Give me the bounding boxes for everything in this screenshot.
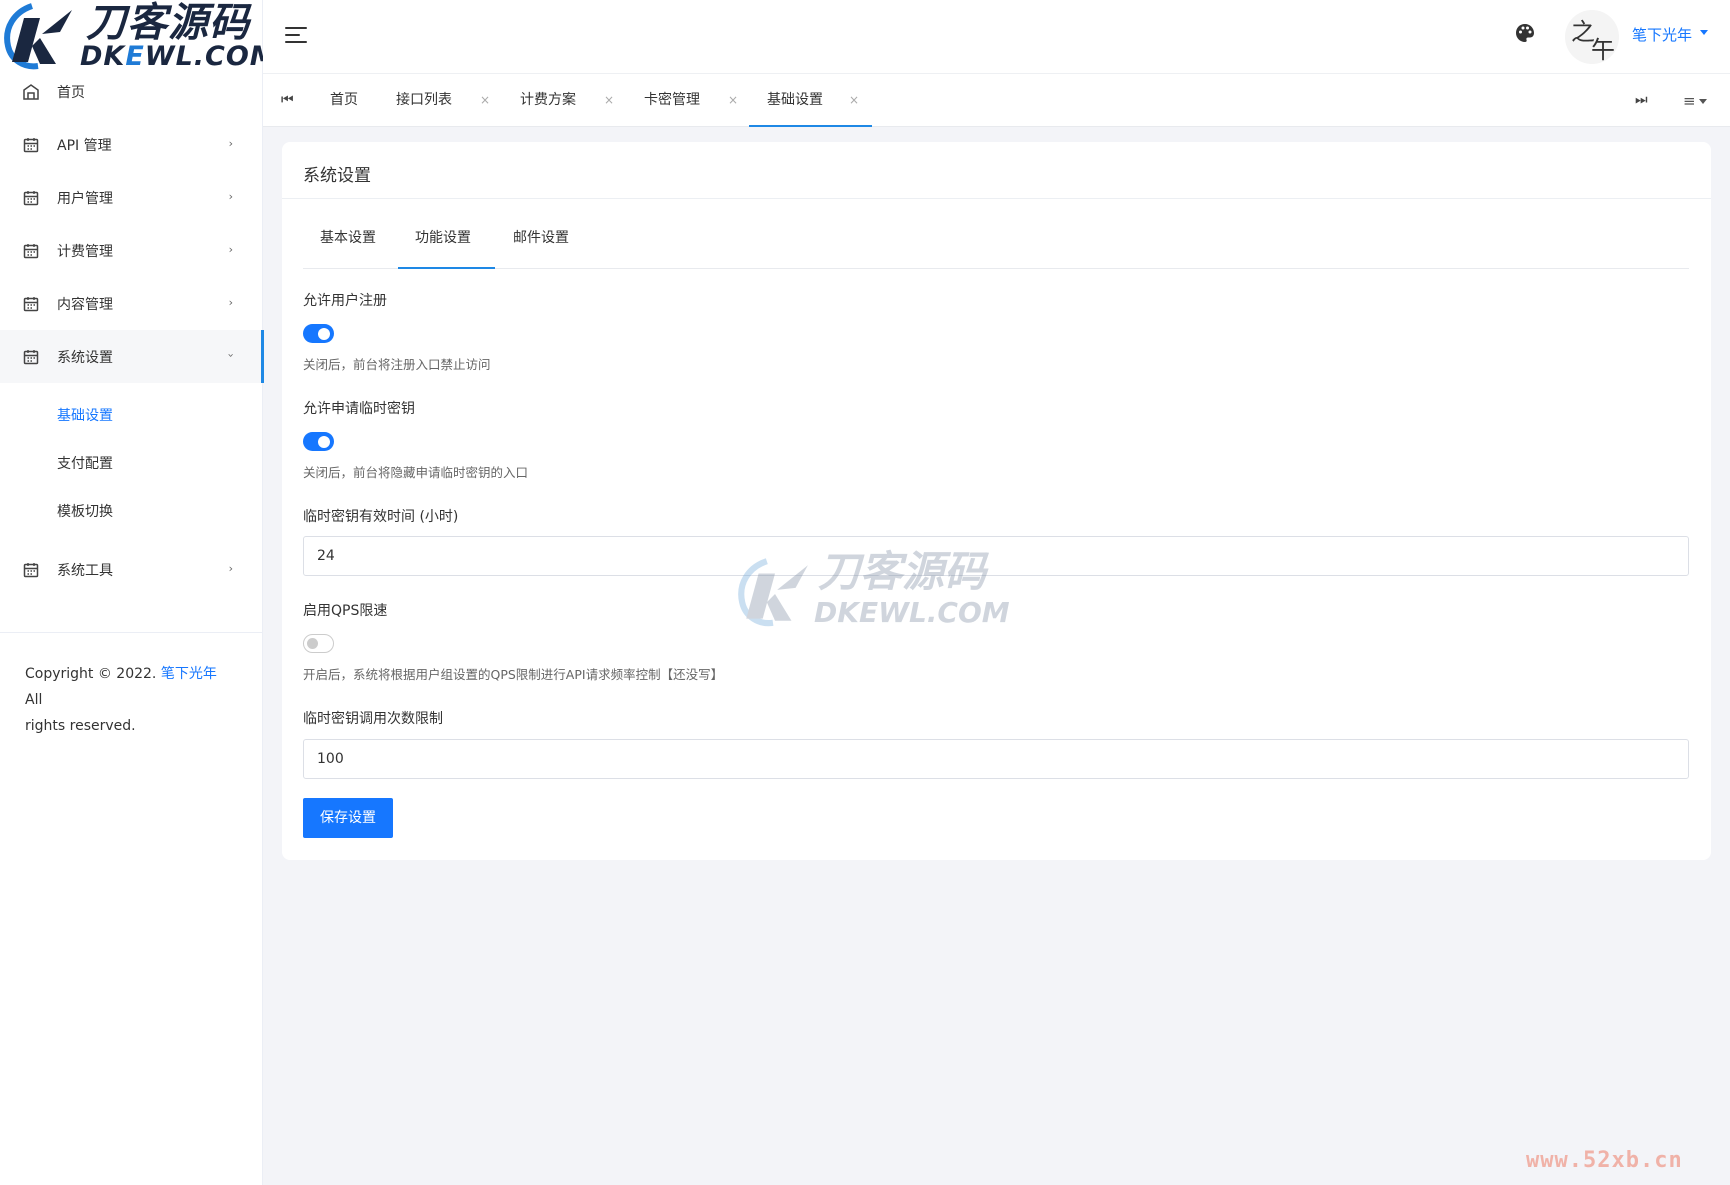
sidebar-item-billing[interactable]: 计费管理 ›	[0, 224, 263, 277]
close-icon[interactable]: ×	[480, 74, 490, 127]
sidebar: 刀客源码 DKEWL.COM 首页 API 管理 › 用户管理 › 计费管理 ›…	[0, 0, 264, 1185]
allow-temp-key-label: 允许申请临时密钥	[303, 401, 415, 417]
tab-card-management[interactable]: 卡密管理 ×	[644, 74, 740, 127]
system-settings-submenu: 基础设置 支付配置 模板切换	[0, 383, 263, 543]
scroll-first-icon[interactable]: ⏮	[281, 92, 294, 108]
copyright-text: Copyright © 2022.	[25, 666, 161, 682]
sidebar-item-system-settings[interactable]: 系统设置 ›	[0, 330, 264, 383]
temp-key-limit-input[interactable]: 100	[303, 739, 1689, 779]
copyright-link[interactable]: 笔下光年	[161, 666, 217, 682]
calendar-icon	[23, 243, 39, 258]
allow-register-toggle[interactable]	[303, 324, 334, 343]
settings-subtabs: 基本设置 功能设置 邮件设置	[303, 224, 1689, 269]
close-icon[interactable]: ×	[604, 74, 614, 127]
sidebar-subitem-payment-config[interactable]: 支付配置	[0, 439, 263, 487]
sidebar-item-label: 系统工具	[57, 562, 113, 579]
sidebar-item-system-tools[interactable]: 系统工具 ›	[0, 543, 263, 596]
palette-icon[interactable]	[1515, 23, 1535, 43]
copyright-text-rest: All	[25, 692, 43, 708]
watermark-text-cn: 刀客源码	[818, 547, 987, 596]
sidebar-subitem-basic-settings[interactable]: 基础设置	[0, 391, 263, 439]
settings-card: 系统设置 基本设置 功能设置 邮件设置 允许用户注册 关闭后，前台将注册入口禁止…	[282, 142, 1711, 860]
sidebar-item-label: 首页	[57, 85, 85, 101]
tab-billing-plan[interactable]: 计费方案 ×	[520, 74, 616, 127]
sidebar-item-content[interactable]: 内容管理 ›	[0, 277, 263, 330]
sidebar-item-users[interactable]: 用户管理 ›	[0, 171, 263, 224]
calendar-icon	[23, 190, 39, 205]
chevron-right-icon: ›	[228, 562, 233, 575]
temp-key-hours-label: 临时密钥有效时间 (小时)	[303, 509, 459, 525]
sidebar-item-label: 内容管理	[57, 296, 113, 313]
allow-temp-key-help: 关闭后，前台将隐藏申请临时密钥的入口	[303, 465, 529, 480]
subtab-function[interactable]: 功能设置	[398, 224, 495, 269]
caret-down-icon[interactable]	[1700, 30, 1708, 35]
logo-text-cn: 刀客源码	[86, 0, 250, 46]
home-icon	[23, 84, 39, 100]
card-title: 系统设置	[282, 142, 1711, 199]
tab-api-list[interactable]: 接口列表 ×	[396, 74, 492, 127]
sidebar-subitem-template-switch[interactable]: 模板切换	[0, 487, 263, 535]
temp-key-limit-label: 临时密钥调用次数限制	[303, 711, 443, 727]
site-watermark: www.52xb.cn	[1526, 1148, 1683, 1173]
menu-toggle-icon[interactable]	[285, 26, 307, 44]
sidebar-item-label: 用户管理	[57, 190, 113, 207]
chevron-right-icon: ›	[228, 243, 233, 256]
copyright-text-rest2: rights reserved.	[25, 718, 136, 734]
sidebar-item-label: 计费管理	[57, 243, 113, 260]
sidebar-item-home[interactable]: 首页	[0, 66, 263, 118]
chevron-down-icon: ›	[224, 353, 238, 358]
top-header: 之 午 笔下光年	[263, 0, 1730, 74]
sidebar-item-label: 系统设置	[57, 349, 113, 366]
brand-logo[interactable]: 刀客源码 DKEWL.COM	[0, 0, 263, 72]
calendar-icon	[23, 137, 39, 152]
logo-k-icon	[4, 3, 72, 70]
sidebar-item-label: API 管理	[57, 137, 112, 154]
page-tabs-bar: ⏮ 首页 接口列表 × 计费方案 × 卡密管理 × 基础设置 × ⏭ ≡	[263, 74, 1730, 127]
save-button[interactable]: 保存设置	[303, 798, 393, 838]
tab-home[interactable]: 首页	[330, 74, 380, 127]
subtab-mail[interactable]: 邮件设置	[513, 224, 575, 269]
sidebar-footer: Copyright © 2022. 笔下光年 All rights reserv…	[0, 632, 263, 739]
calendar-icon	[23, 349, 39, 364]
tab-basic-settings[interactable]: 基础设置 ×	[749, 74, 872, 127]
allow-temp-key-toggle[interactable]	[303, 432, 334, 451]
watermark-text-en: DKEWL.COM	[814, 596, 1010, 629]
calendar-icon	[23, 296, 39, 311]
avatar-char-2: 午	[1591, 36, 1615, 64]
qps-toggle[interactable]	[303, 634, 334, 653]
tabs-menu-icon[interactable]: ≡	[1683, 92, 1707, 110]
sidebar-menu: 首页 API 管理 › 用户管理 › 计费管理 › 内容管理 › 系统设置 ›	[0, 72, 264, 596]
calendar-icon	[23, 562, 39, 577]
subtab-basic[interactable]: 基本设置	[320, 224, 382, 269]
qps-label: 启用QPS限速	[303, 603, 388, 619]
qps-help: 开启后，系统将根据用户组设置的QPS限制进行API请求频率控制【还没写】	[303, 667, 724, 682]
user-name-dropdown[interactable]: 笔下光年	[1632, 24, 1692, 45]
avatar[interactable]: 之 午	[1565, 10, 1619, 64]
sidebar-item-api[interactable]: API 管理 ›	[0, 118, 263, 171]
watermark-logo: 刀客源码 DKEWL.COM	[736, 547, 1010, 638]
allow-register-label: 允许用户注册	[303, 293, 387, 309]
close-icon[interactable]: ×	[849, 74, 859, 127]
chevron-right-icon: ›	[228, 137, 233, 150]
chevron-right-icon: ›	[228, 190, 233, 203]
scroll-last-icon[interactable]: ⏭	[1635, 92, 1648, 108]
allow-register-help: 关闭后，前台将注册入口禁止访问	[303, 357, 491, 372]
watermark-k-icon	[738, 558, 808, 627]
close-icon[interactable]: ×	[728, 74, 738, 127]
chevron-right-icon: ›	[228, 296, 233, 309]
